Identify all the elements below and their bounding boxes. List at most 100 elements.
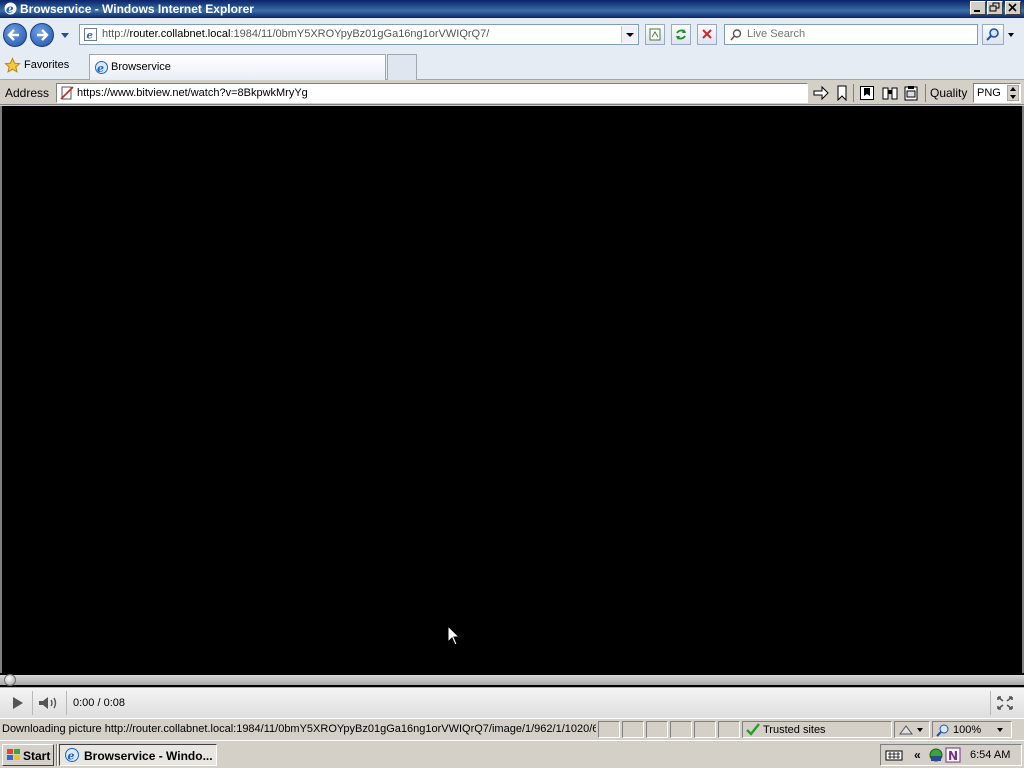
address-label: Address [5,86,50,100]
fullscreen-icon[interactable] [996,695,1014,711]
url-dropdown-button[interactable] [621,26,637,43]
go-arrow-icon[interactable] [812,85,830,101]
start-button[interactable]: Start [2,744,54,766]
forward-button[interactable] [30,23,54,47]
restore-button[interactable] [987,1,1003,15]
forward-arrow-icon [37,29,49,41]
window-title: Browservice - Windows Internet Explorer [20,2,254,16]
favorites-star-icon[interactable] [4,57,21,74]
status-pane [670,721,692,738]
live-search-input[interactable] [745,27,969,41]
favorites-label[interactable]: Favorites [24,59,69,71]
ie-logo-icon: e [3,1,18,16]
clipboard-icon[interactable] [903,85,919,101]
security-zone-pane[interactable]: Trusted sites [742,721,892,738]
taskbar-item-browservice[interactable]: e Browservice - Windo... [59,744,217,766]
ie-url-bar[interactable]: e http://router.collabnet.local:1984/11/… [79,24,639,45]
tab-label: Browservice [111,61,171,73]
video-seek-bar[interactable] [0,673,1024,687]
browservice-toolbar: Address https://www.bitview.net/watch?v=… [0,81,1024,105]
status-pane [718,721,740,738]
status-pane [646,721,668,738]
clock: 6:54 AM [970,749,1011,761]
protected-mode-icon [898,723,926,736]
stop-icon [702,29,712,39]
control-separator [990,691,991,715]
taskbar-separator [56,744,58,766]
onenote-icon[interactable]: N [945,747,961,763]
video-display-area[interactable] [0,106,1024,673]
seek-handle[interactable] [4,674,16,686]
tray-expand-icon[interactable]: « [914,748,921,762]
search-icon [986,28,999,41]
zoom-icon [936,723,950,737]
protected-mode-pane[interactable] [894,721,930,738]
zoom-level-pane[interactable]: 100% [932,721,1012,738]
zoom-chevron-down-icon[interactable] [995,726,1005,734]
minimize-button[interactable] [970,1,986,15]
toolbar-separator [925,84,926,102]
bookmarks-list-icon[interactable] [859,85,875,101]
insecure-page-icon [60,86,74,100]
status-message: Downloading picture http://router.collab… [2,723,596,735]
recent-pages-dropdown-icon[interactable] [59,30,71,40]
address-value: https://www.bitview.net/watch?v=8BkpwkMr… [77,87,308,99]
quality-select[interactable]: PNG [973,83,1021,103]
search-button[interactable] [982,24,1004,45]
windows-taskbar: Start e Browservice - Windo... « N 6:54 … [0,740,1024,768]
back-button[interactable] [3,23,27,47]
mouse-cursor-icon [447,625,461,647]
favorites-bar: Favorites e Browservice [0,52,1024,80]
tab-browservice[interactable]: e Browservice [89,54,386,80]
live-search-logo-icon [729,28,743,42]
svg-text:N: N [948,749,958,763]
close-button[interactable] [1005,1,1021,15]
status-pane [694,721,716,738]
play-button-icon[interactable] [6,694,28,712]
browservice-address-field[interactable]: https://www.bitview.net/watch?v=8BkpwkMr… [56,83,808,103]
svg-text:e: e [6,2,14,16]
trusted-check-icon [745,722,761,737]
status-bar: Downloading picture http://router.collab… [0,718,1024,740]
status-pane [622,721,644,738]
keyboard-icon[interactable] [885,747,903,763]
svg-text:e: e [87,31,93,42]
network-icon[interactable] [927,747,945,763]
find-binoculars-icon[interactable] [881,85,899,101]
control-separator [32,691,33,715]
svg-text:e: e [68,750,75,763]
spinner-arrows-icon[interactable] [1007,85,1019,101]
taskbar-ie-icon: e [64,747,80,763]
quality-label: Quality [930,86,968,100]
stop-button[interactable] [697,24,717,45]
title-bar: e Browservice - Windows Internet Explore… [0,0,1024,18]
seek-track[interactable] [0,675,1024,685]
close-icon [1008,3,1017,12]
windows-logo-icon [6,748,21,762]
compatibility-view-icon [649,28,661,41]
quality-value: PNG [977,87,1001,99]
security-zone-label: Trusted sites [763,724,826,736]
bookmark-icon[interactable] [835,85,849,101]
volume-icon[interactable] [36,694,62,712]
ie-navigation-bar: e http://router.collabnet.local:1984/11/… [0,18,1024,52]
search-options-chevron-icon[interactable] [1006,30,1016,40]
zoom-level: 100% [953,724,982,736]
toolbar-separator [853,84,854,102]
svg-text:e: e [97,62,104,75]
back-arrow-icon [7,29,19,41]
system-tray: « N 6:54 AM [880,744,1022,766]
minimize-icon [974,10,980,12]
video-controls: 0:00 / 0:08 [0,687,1024,718]
restore-icon [989,2,1000,12]
new-tab-button[interactable] [387,54,417,80]
compatibility-view-button[interactable] [645,24,665,45]
page-icon: e [83,27,98,42]
refresh-button[interactable] [671,24,691,45]
refresh-icon [676,29,686,40]
start-label: Start [23,749,51,763]
status-pane [598,721,620,738]
chevron-down-icon [626,33,634,37]
control-separator [66,691,67,715]
live-search-box[interactable] [724,24,978,45]
